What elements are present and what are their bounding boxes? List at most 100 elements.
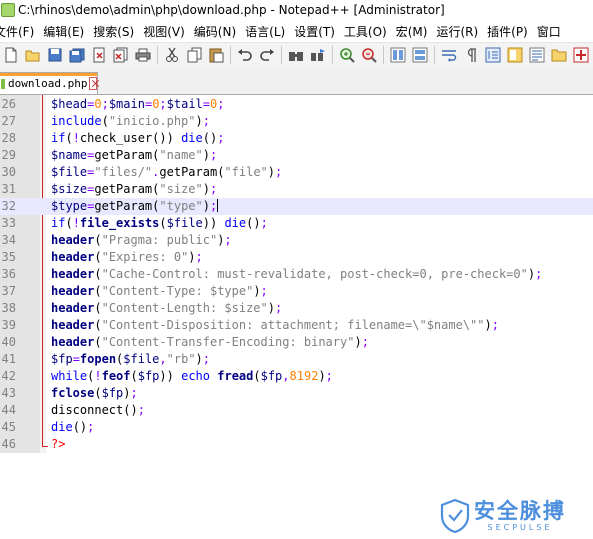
code-line[interactable]: 32 $type=getParam("type"); <box>0 198 593 215</box>
code-text: die(); <box>51 420 95 434</box>
menu-window[interactable]: 窗口 <box>537 23 570 40</box>
word-wrap-icon[interactable] <box>440 46 458 64</box>
menu-macro[interactable]: 宏(M) <box>396 23 437 40</box>
code-text: $head=0;$main=0;$tail=0; <box>51 97 225 111</box>
show-all-chars-icon[interactable] <box>462 46 480 64</box>
copy-icon[interactable] <box>185 46 203 64</box>
code-text: $size=getParam("size"); <box>51 182 218 196</box>
indent-guide-icon[interactable] <box>484 46 502 64</box>
code-text: header("Expires: 0"); <box>51 250 203 264</box>
code-text: header("Content-Transfer-Encoding: binar… <box>51 335 369 349</box>
code-line[interactable]: 31 $size=getParam("size"); <box>0 181 593 198</box>
line-number: 31 <box>1 182 16 196</box>
find-icon[interactable] <box>287 46 305 64</box>
close-all-icon[interactable] <box>112 46 130 64</box>
replace-icon[interactable] <box>309 46 327 64</box>
tab-download-php[interactable]: download.php <box>0 72 98 94</box>
new-file-icon[interactable] <box>2 46 20 64</box>
cut-icon[interactable] <box>163 46 181 64</box>
code-text: fclose($fp); <box>51 386 138 400</box>
code-line[interactable]: 39 header("Content-Disposition: attachmen… <box>0 317 593 334</box>
folder-workspace-icon[interactable] <box>550 46 568 64</box>
line-number: 35 <box>1 250 16 264</box>
line-number: 29 <box>1 148 16 162</box>
code-line[interactable]: 37 header("Content-Type: $type"); <box>0 283 593 300</box>
code-line[interactable]: 38 header("Content-Length: $size"); <box>0 300 593 317</box>
code-line[interactable]: 41 $fp=fopen($file,"rb"); <box>0 351 593 368</box>
toolbar-separator <box>434 46 435 64</box>
code-line[interactable]: 36 header("Cache-Control: must-revalidate… <box>0 266 593 283</box>
line-number: 33 <box>1 216 16 230</box>
line-number: 26 <box>1 97 16 111</box>
tab-bar: download.php <box>0 67 593 95</box>
menu-plugins[interactable]: 插件(P) <box>487 23 537 40</box>
code-line[interactable]: 40 header("Content-Transfer-Encoding: bin… <box>0 334 593 351</box>
code-text: $fp=fopen($file,"rb"); <box>51 352 211 366</box>
code-text: if(!check_user()) die(); <box>51 131 225 145</box>
watermark-subtitle: SECPULSE <box>487 523 553 532</box>
code-line[interactable]: 43 fclose($fp); <box>0 385 593 402</box>
function-list-icon[interactable] <box>528 46 546 64</box>
line-number: 38 <box>1 301 16 315</box>
toolbar <box>0 42 593 68</box>
shield-logo-icon <box>440 498 470 534</box>
code-text: while(!feof($fp)) echo fread($fp,8192); <box>51 369 333 383</box>
code-text: header("Content-Length: $size"); <box>51 301 283 315</box>
doc-map-icon[interactable] <box>506 46 524 64</box>
paste-icon[interactable] <box>207 46 225 64</box>
zoom-out-icon[interactable] <box>360 46 378 64</box>
menu-run[interactable]: 运行(R) <box>436 23 487 40</box>
code-line[interactable]: 45 die(); <box>0 419 593 436</box>
code-text: if(!file_exists($file)) die(); <box>51 216 268 230</box>
code-line[interactable]: 46 ?> <box>0 436 593 453</box>
menu-tools[interactable]: 工具(O) <box>344 23 396 40</box>
code-text: header("Pragma: public"); <box>51 233 232 247</box>
code-line[interactable]: 29 $name=getParam("name"); <box>0 147 593 164</box>
print-icon[interactable] <box>134 46 152 64</box>
toolbar-separator <box>383 46 384 64</box>
menu-view[interactable]: 视图(V) <box>143 23 194 40</box>
menu-edit[interactable]: 编辑(E) <box>43 23 93 40</box>
tab-label: download.php <box>8 77 88 90</box>
code-line[interactable]: 27 include("inicio.php"); <box>0 113 593 130</box>
notepad-plus-plus-app-icon <box>1 3 15 17</box>
open-file-icon[interactable] <box>24 46 42 64</box>
code-editor[interactable]: 26 $head=0;$main=0;$tail=0; 27 include("ini… <box>0 95 593 534</box>
code-text: header("Content-Type: $type"); <box>51 284 268 298</box>
code-line[interactable]: 26 $head=0;$main=0;$tail=0; <box>0 96 593 113</box>
undo-icon[interactable] <box>236 46 254 64</box>
menu-settings[interactable]: 设置(T) <box>294 23 344 40</box>
toolbar-separator <box>230 46 231 64</box>
code-line[interactable]: 42 while(!feof($fp)) echo fread($fp,8192)… <box>0 368 593 385</box>
zoom-in-icon[interactable] <box>338 46 356 64</box>
window-title: C:\rhinos\demo\admin\php\download.php - … <box>18 3 445 17</box>
code-line[interactable]: 34 header("Pragma: public"); <box>0 232 593 249</box>
close-file-icon[interactable] <box>90 46 108 64</box>
menu-encoding[interactable]: 编码(N) <box>194 23 245 40</box>
line-number: 45 <box>1 420 16 434</box>
code-line[interactable]: 33 if(!file_exists($file)) die(); <box>0 215 593 232</box>
close-tab-icon[interactable] <box>89 77 97 90</box>
record-macro-icon[interactable] <box>572 46 590 64</box>
code-text: include("inicio.php"); <box>51 114 210 128</box>
title-bar: C:\rhinos\demo\admin\php\download.php - … <box>0 0 593 20</box>
sync-horizontal-icon[interactable] <box>411 46 429 64</box>
secpulse-watermark: 安全脉搏 SECPULSE <box>440 493 590 539</box>
menu-search[interactable]: 搜索(S) <box>93 23 143 40</box>
code-line[interactable]: 35 header("Expires: 0"); <box>0 249 593 266</box>
line-number: 32 <box>1 199 16 213</box>
code-line[interactable]: 30 $file="files/".getParam("file"); <box>0 164 593 181</box>
code-line[interactable]: 44 disconnect(); <box>0 402 593 419</box>
line-number: 43 <box>1 386 16 400</box>
menu-language[interactable]: 语言(L) <box>245 23 294 40</box>
save-all-icon[interactable] <box>68 46 86 64</box>
sync-vertical-icon[interactable] <box>389 46 407 64</box>
watermark-title: 安全脉搏 <box>474 499 566 523</box>
line-number: 39 <box>1 318 16 332</box>
redo-icon[interactable] <box>258 46 276 64</box>
code-line[interactable]: 28 if(!check_user()) die(); <box>0 130 593 147</box>
menu-file[interactable]: 文件(F) <box>0 23 43 40</box>
file-saved-icon <box>1 78 5 89</box>
save-icon[interactable] <box>46 46 64 64</box>
code-text: $name=getParam("name"); <box>51 148 218 162</box>
